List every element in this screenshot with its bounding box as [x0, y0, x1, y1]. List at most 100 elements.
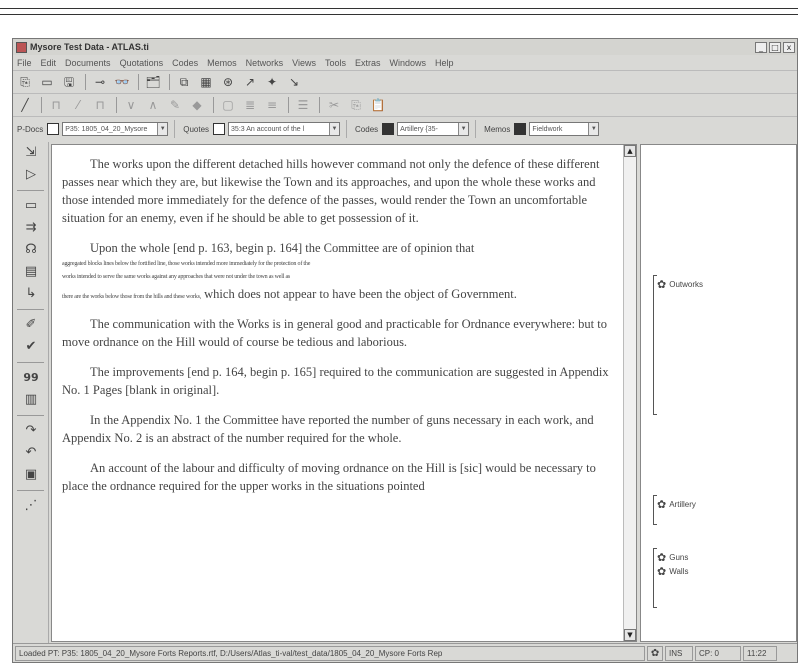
margin-code[interactable]: ✿ Guns	[657, 551, 688, 564]
code-bracket[interactable]	[653, 275, 657, 415]
document-text[interactable]: The works upon the different detached hi…	[52, 145, 636, 495]
arrow-in-icon[interactable]: ↘	[286, 74, 302, 90]
save-icon[interactable]: 🖫	[61, 74, 77, 90]
toolbar-separator	[116, 97, 117, 113]
align-right-icon[interactable]: ≡	[264, 97, 280, 113]
paragraph[interactable]: The communication with the Works is in g…	[62, 315, 616, 351]
menu-quotations[interactable]: Quotations	[120, 58, 164, 68]
memo-icon[interactable]	[514, 123, 527, 135]
pdocs-selector: P-Docs P35: 1805_04_20_Mysore ▼	[17, 120, 176, 138]
menu-edit[interactable]: Edit	[41, 58, 57, 68]
quotes-dropdown[interactable]: 35:3 An account of the l ▼	[228, 122, 341, 136]
checkmark-icon[interactable]: ✔	[13, 336, 49, 358]
menu-help[interactable]: Help	[435, 58, 454, 68]
menu-memos[interactable]: Memos	[207, 58, 237, 68]
title-bar: Mysore Test Data - ATLAS.ti _ □ x	[13, 39, 797, 55]
code-by-list-icon[interactable]: ▤	[13, 261, 49, 283]
create-quotation-icon[interactable]: ▭	[13, 195, 49, 217]
menu-extras[interactable]: Extras	[355, 58, 381, 68]
memo-edit-icon[interactable]: ✐	[13, 314, 49, 336]
chevron-up-icon[interactable]: ∧	[145, 97, 161, 113]
cut-icon[interactable]: ✂	[326, 97, 342, 113]
code-icon[interactable]	[382, 123, 395, 135]
menu-file[interactable]: File	[17, 58, 32, 68]
undo-icon[interactable]: ↶	[13, 442, 49, 464]
link-icon[interactable]: ⊸	[92, 74, 108, 90]
quotation-marks-icon[interactable]: 99	[13, 367, 49, 389]
margin-code[interactable]: ✿ Walls	[657, 565, 688, 578]
menu-windows[interactable]: Windows	[390, 58, 427, 68]
codes-label: Codes	[355, 124, 379, 134]
list-code-icon[interactable]: ⇉	[13, 217, 49, 239]
menu-tools[interactable]: Tools	[325, 58, 346, 68]
scroll-up-icon[interactable]: ▲	[624, 145, 636, 157]
document-icon[interactable]	[47, 123, 60, 135]
paragraph[interactable]: The works upon the different detached hi…	[62, 155, 616, 227]
garbled-line: there are the works below those from the…	[62, 294, 202, 300]
toolbar-separator	[17, 362, 44, 363]
minimize-button[interactable]: _	[755, 41, 767, 53]
quotation-icon[interactable]	[213, 123, 226, 135]
scatter-icon[interactable]: ⋰	[13, 495, 49, 517]
edit-icon[interactable]: ✎	[167, 97, 183, 113]
redo-icon[interactable]: ↷	[13, 420, 49, 442]
scroll-down-icon[interactable]: ▼	[624, 629, 636, 641]
list-icon[interactable]: ☰	[295, 97, 311, 113]
garbled-line: aggregated blocks lines below the fortif…	[62, 261, 311, 267]
paste-icon[interactable]: 📋	[370, 97, 386, 113]
menu-networks[interactable]: Networks	[246, 58, 284, 68]
menu-documents[interactable]: Documents	[65, 58, 111, 68]
align-center-icon[interactable]: ≣	[242, 97, 258, 113]
quick-code-icon[interactable]: ↳	[13, 283, 49, 305]
arrow-out-icon[interactable]: ↗	[242, 74, 258, 90]
primary-document-pane[interactable]: The works upon the different detached hi…	[51, 144, 637, 642]
paragraph[interactable]: The improvements [end p. 164, begin p. 1…	[62, 363, 616, 399]
chevron-down-icon[interactable]: ▼	[329, 123, 340, 135]
vertical-toolbar: ⇲ ▷ ▭ ⇉ ☊ ▤ ↳ ✐ ✔ 99 ▥ ↷ ↶ ▣ ⋰	[13, 142, 49, 643]
grid-icon[interactable]: ▥	[13, 389, 49, 411]
codes-dropdown[interactable]: Artillery {35- ▼	[397, 122, 470, 136]
pen-icon[interactable]: ╱	[17, 97, 33, 113]
tag-icon[interactable]: ▷	[13, 164, 49, 186]
close-button[interactable]: x	[783, 41, 795, 53]
status-mode: INS	[665, 645, 693, 661]
italic-icon[interactable]: ⁄	[70, 97, 86, 113]
paragraph[interactable]: Upon the whole [end p. 163, begin p. 164…	[62, 239, 616, 257]
copy-icon[interactable]: ⧉	[176, 74, 192, 90]
new-hu-icon[interactable]: ⎘	[17, 74, 33, 90]
code-flower-icon: ✿	[647, 645, 663, 661]
menu-codes[interactable]: Codes	[172, 58, 198, 68]
paragraph[interactable]: An account of the labour and difficulty …	[62, 459, 616, 495]
open-icon[interactable]: ▭	[39, 74, 55, 90]
chevron-down-icon[interactable]: ▼	[458, 123, 469, 135]
frame-icon[interactable]: ▢	[220, 97, 236, 113]
chevron-down-icon[interactable]: ▼	[588, 123, 599, 135]
search-icon[interactable]: 👓	[114, 74, 130, 90]
menu-views[interactable]: Views	[292, 58, 316, 68]
copy-text-icon[interactable]: ⎘	[348, 97, 364, 113]
margin-code[interactable]: ✿ Artillery	[657, 498, 696, 511]
pointer-icon[interactable]: ⇲	[13, 142, 49, 164]
star-icon[interactable]: ✦	[264, 74, 280, 90]
maximize-button[interactable]: □	[769, 41, 781, 53]
paragraph[interactable]: In the Appendix No. 1 the Committee have…	[62, 411, 616, 447]
margin-code[interactable]: ✿ Outworks	[657, 278, 703, 291]
menu-bar: File Edit Documents Quotations Codes Mem…	[13, 55, 797, 70]
network-icon[interactable]: ⊛	[220, 74, 236, 90]
chevron-down-icon[interactable]: ∨	[123, 97, 139, 113]
frame-view-icon[interactable]: ▣	[13, 464, 49, 486]
bold-icon[interactable]: ⊓	[48, 97, 64, 113]
chevron-down-icon[interactable]: ▼	[157, 123, 168, 135]
memos-dropdown[interactable]: Fieldwork ▼	[529, 122, 600, 136]
code-in-vivo-icon[interactable]: ☊	[13, 239, 49, 261]
family-icon[interactable]: 🗂	[145, 74, 161, 90]
underline-icon[interactable]: ⊓	[92, 97, 108, 113]
color-icon[interactable]: ◆	[189, 97, 205, 113]
pdocs-dropdown[interactable]: P35: 1805_04_20_Mysore ▼	[62, 122, 169, 136]
garbled-line: works intended to serve the same works a…	[62, 274, 291, 280]
vertical-scrollbar[interactable]: ▲ ▼	[623, 145, 636, 641]
toolbar-separator	[138, 74, 139, 90]
paragraph[interactable]: there are the works below those from the…	[62, 285, 616, 303]
margin-area[interactable]: ✿ Outworks ✿ Artillery ✿ Guns ✿ Walls	[640, 144, 797, 642]
table-icon[interactable]: ▦	[198, 74, 214, 90]
